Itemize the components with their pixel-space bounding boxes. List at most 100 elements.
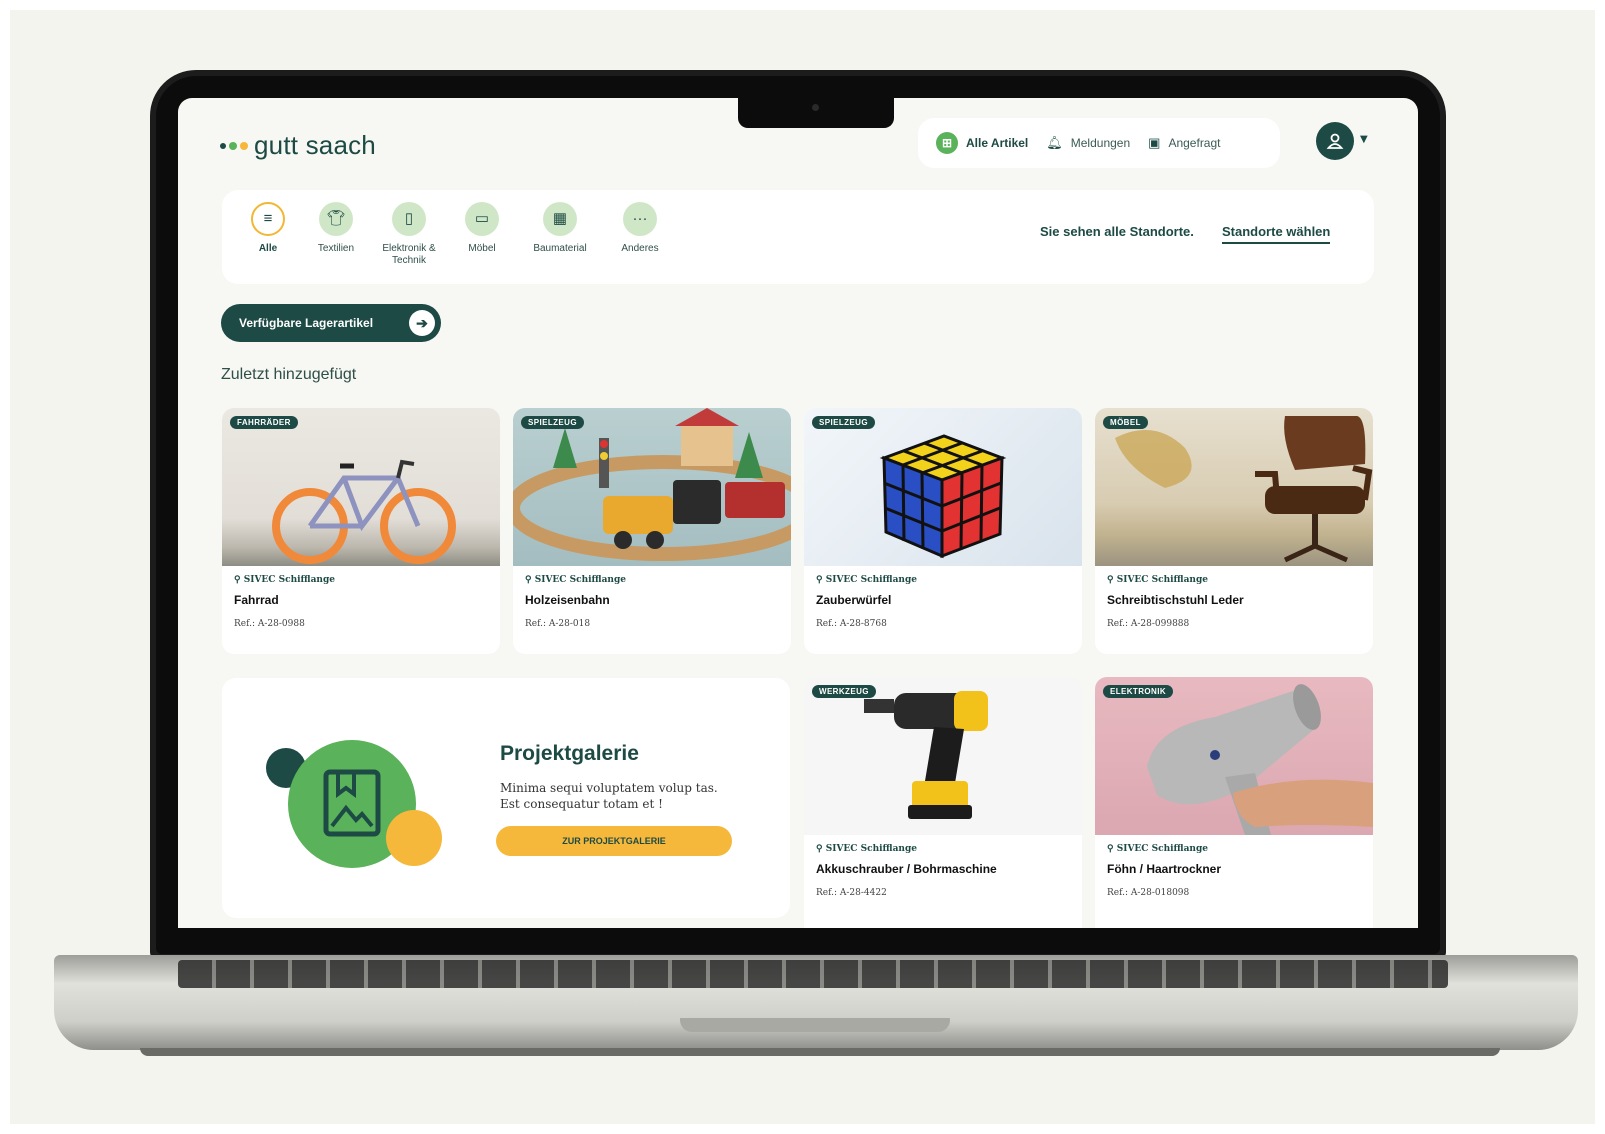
arrow-right-icon: ➔ — [409, 310, 435, 336]
available-stock-label: Verfügbare Lagerartikel — [239, 316, 374, 330]
category-badge: WERKZEUG — [812, 685, 876, 698]
item-location-text: SIVEC Schifflange — [1116, 575, 1208, 585]
item-title: Schreibtischstuhl Leder — [1107, 593, 1244, 607]
category-label: Elektronik & Technik — [382, 243, 436, 266]
project-gallery-text: Minima sequi voluptatem volup tas. Est c… — [500, 781, 718, 811]
project-gallery-card: Projektgalerie Minima sequi voluptatem v… — [222, 678, 790, 918]
item-title: Föhn / Haartrockner — [1107, 862, 1222, 876]
item-location-text: SIVEC Schifflange — [243, 575, 335, 585]
item-ref: Ref.: A-28-099888 — [1107, 619, 1190, 629]
user-icon — [1326, 133, 1344, 149]
project-gallery-title: Projektgalerie — [500, 742, 639, 765]
sofa-icon: ▭ — [465, 202, 499, 236]
category-label: Baumaterial — [533, 243, 587, 254]
bell-icon: 🔔︎ — [1046, 135, 1063, 150]
category-bar: ≡ Alle 👕︎ Textilien ▯ Elektronik & Techn… — [222, 190, 1374, 284]
item-location: ⚲ SIVEC Schifflange — [525, 575, 626, 585]
rubiks-cube-image — [879, 434, 1007, 559]
gallery-illustration — [266, 740, 442, 868]
nav-requested-label: Angefragt — [1168, 136, 1221, 150]
item-image: ELEKTRONIK — [1095, 677, 1373, 835]
nav-all-items-label: Alle Artikel — [966, 136, 1029, 150]
item-location-text: SIVEC Schifflange — [825, 575, 917, 585]
category-badge: MÖBEL — [1103, 416, 1148, 429]
item-image: FAHRRÄDER — [222, 408, 500, 566]
category-label: Anderes — [621, 243, 659, 254]
item-location: ⚲ SIVEC Schifflange — [816, 575, 917, 585]
leather-chair-image — [1115, 416, 1373, 563]
item-title: Fahrrad — [234, 593, 279, 607]
item-card[interactable]: ELEKTRONIK ⚲ SIVEC Schifflange Föhn / Ha… — [1095, 677, 1373, 928]
grid-icon: ⊞ — [936, 132, 958, 154]
category-textiles[interactable]: 👕︎ Textilien — [296, 202, 376, 255]
user-avatar[interactable] — [1316, 122, 1354, 160]
item-title: Zauberwürfel — [816, 593, 892, 607]
wooden-train-image — [513, 408, 791, 561]
item-image: WERKZEUG — [804, 677, 1082, 835]
laptop-feet — [140, 1048, 1500, 1056]
item-ref: Ref.: A-28-018 — [525, 619, 591, 629]
project-gallery-button[interactable]: ZUR PROJEKTGALERIE — [496, 826, 732, 856]
nav-all-items[interactable]: ⊞ Alle Artikel — [936, 132, 1028, 154]
logo-dots-icon — [220, 141, 248, 150]
item-location-text: SIVEC Schifflange — [1116, 844, 1208, 854]
hair-dryer-image — [1147, 684, 1373, 835]
laptop-keyboard — [178, 960, 1448, 988]
item-image: MÖBEL — [1095, 408, 1373, 566]
drill-image — [864, 691, 988, 819]
item-card[interactable]: WERKZEUG ⚲ SIVEC Schifflange Akkuschraub… — [804, 677, 1082, 928]
item-location: ⚲ SIVEC Schifflange — [816, 844, 917, 854]
category-label: Möbel — [468, 243, 496, 254]
camera-notch — [738, 96, 894, 128]
camera-icon — [812, 104, 819, 111]
category-label: Alle — [258, 243, 278, 254]
logo-dot — [229, 141, 237, 150]
item-ref: Ref.: A-28-0988 — [234, 619, 305, 629]
location-note: Sie sehen alle Standorte. — [1040, 224, 1194, 239]
category-building-material[interactable]: ▦ Baumaterial — [520, 202, 600, 255]
choose-locations-link[interactable]: Standorte wählen — [1222, 224, 1331, 244]
bicycle-image — [272, 459, 456, 564]
category-other[interactable]: ··· Anderes — [600, 202, 680, 255]
available-stock-button[interactable]: Verfügbare Lagerartikel ➔ — [221, 304, 441, 342]
logo-dot — [240, 141, 248, 150]
chevron-down-icon[interactable]: ▼ — [1360, 134, 1368, 145]
item-location-text: SIVEC Schifflange — [534, 575, 626, 585]
item-image: SPIELZEUG — [513, 408, 791, 566]
item-ref: Ref.: A-28-4422 — [816, 888, 887, 898]
top-navigation: ⊞ Alle Artikel 🔔︎ Meldungen ▣ Angefragt — [918, 118, 1280, 168]
brick-icon: ▦ — [543, 202, 577, 236]
item-title: Holzeisenbahn — [525, 593, 610, 607]
brand-logo[interactable]: gutt saach — [220, 130, 376, 161]
category-badge: ELEKTRONIK — [1103, 685, 1173, 698]
item-location: ⚲ SIVEC Schifflange — [234, 575, 335, 585]
item-location-text: SIVEC Schifflange — [825, 844, 917, 854]
category-electronics[interactable]: ▯ Elektronik & Technik — [368, 202, 450, 267]
item-location: ⚲ SIVEC Schifflange — [1107, 844, 1208, 854]
item-ref: Ref.: A-28-018098 — [1107, 888, 1190, 898]
logo-dot — [220, 142, 226, 149]
nav-requested[interactable]: ▣ Angefragt — [1148, 135, 1220, 151]
category-label: Textilien — [317, 243, 355, 254]
category-badge: FAHRRÄDER — [230, 416, 298, 429]
category-furniture[interactable]: ▭ Möbel — [442, 202, 522, 255]
item-card[interactable]: MÖBEL ⚲ SIVEC Schifflange Schreibtischst… — [1095, 408, 1373, 654]
phone-icon: ▯ — [392, 202, 426, 236]
item-card[interactable]: SPIELZEUG ⚲ SIVEC Schifflange Zauberwürf… — [804, 408, 1082, 654]
item-card[interactable]: SPIELZEUG ⚲ SIVEC Schifflange Holzeisenb… — [513, 408, 791, 654]
nav-notifications[interactable]: 🔔︎ Meldungen — [1046, 135, 1130, 151]
more-icon: ··· — [623, 202, 657, 236]
section-title: Zuletzt hinzugefügt — [221, 366, 357, 383]
item-ref: Ref.: A-28-8768 — [816, 619, 887, 629]
list-icon: ≡ — [251, 202, 285, 236]
item-location: ⚲ SIVEC Schifflange — [1107, 575, 1208, 585]
laptop-screen: gutt saach ⊞ Alle Artikel 🔔︎ Meldungen ▣… — [178, 98, 1418, 928]
inbox-icon: ▣ — [1148, 135, 1161, 150]
brand-name: gutt saach — [254, 130, 376, 160]
nav-notifications-label: Meldungen — [1070, 136, 1131, 150]
item-title: Akkuschrauber / Bohrmaschine — [816, 862, 997, 876]
item-card[interactable]: FAHRRÄDER ⚲ SIVEC Schifflange Fahrrad Re… — [222, 408, 500, 654]
shirt-icon: 👕︎ — [319, 202, 353, 236]
laptop-front-notch — [680, 1018, 950, 1032]
category-badge: SPIELZEUG — [812, 416, 875, 429]
